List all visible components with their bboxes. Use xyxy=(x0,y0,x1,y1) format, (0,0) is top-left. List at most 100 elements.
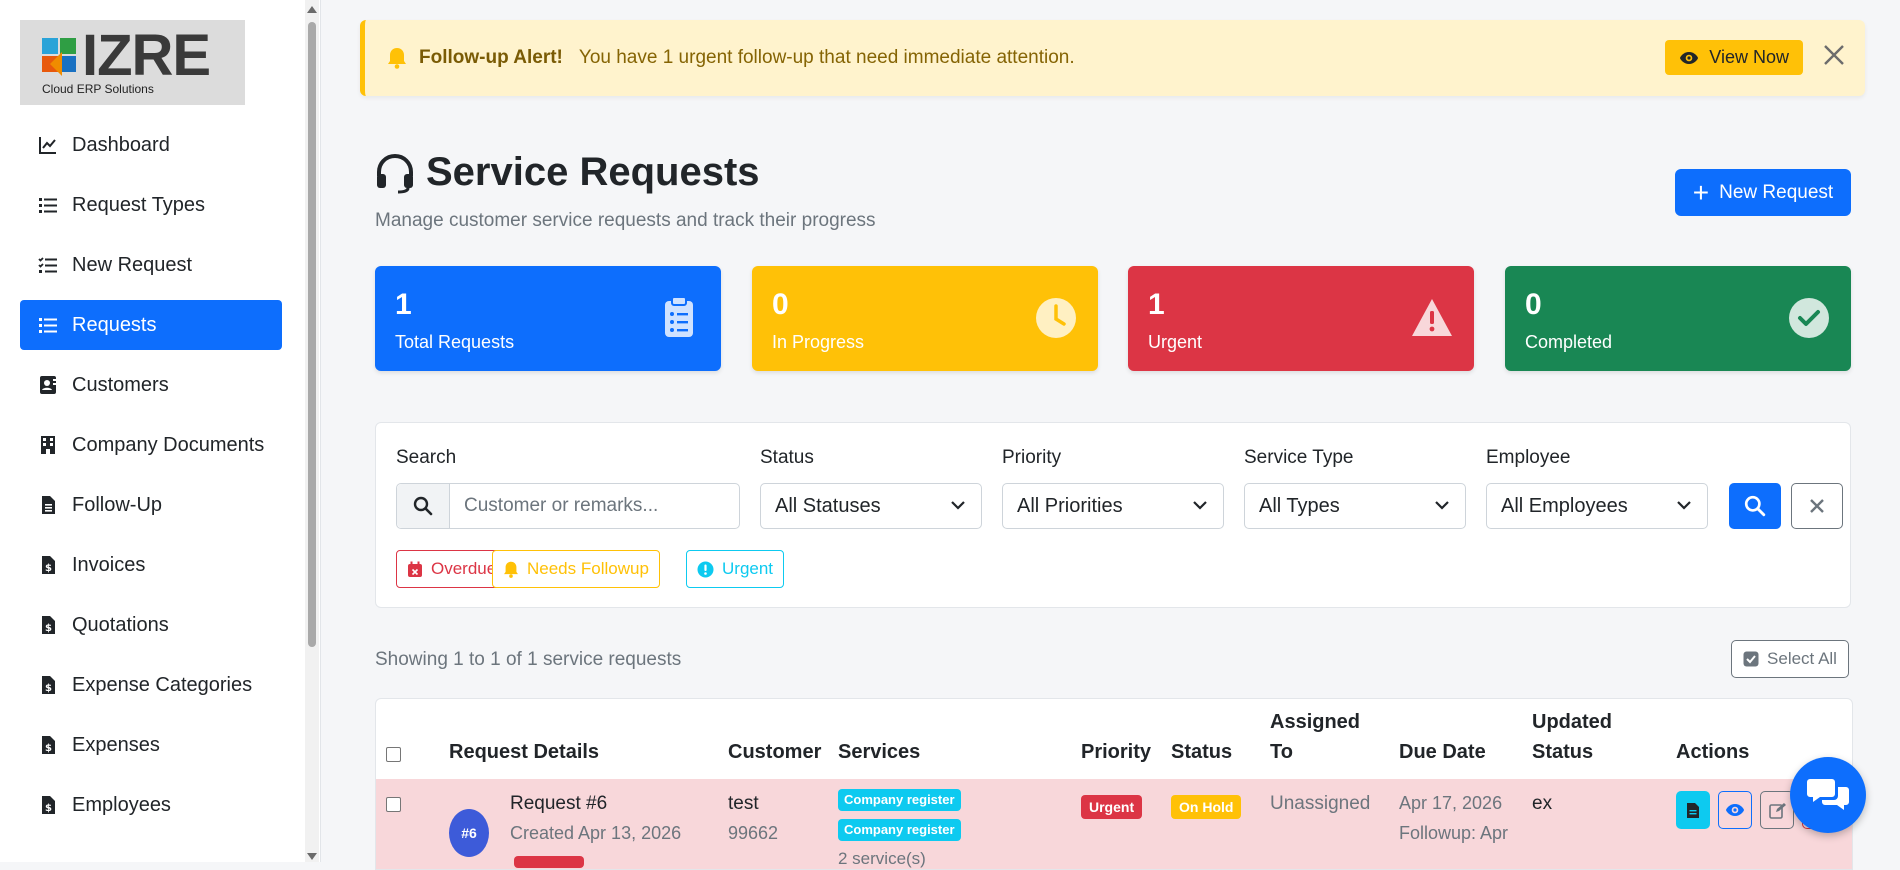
sidebar-item-new-request[interactable]: New Request xyxy=(20,240,282,290)
search-addon xyxy=(397,484,450,528)
page-subtitle: Manage customer service requests and tra… xyxy=(375,210,876,231)
sidebar-item-customers[interactable]: Customers xyxy=(20,360,282,410)
status-badge: On Hold xyxy=(1171,795,1242,819)
sidebar-item-dashboard[interactable]: Dashboard xyxy=(20,120,282,170)
logo-mark-icon xyxy=(42,38,76,76)
select-all-button[interactable]: Select All xyxy=(1731,640,1849,678)
priority-label: Priority xyxy=(1002,447,1062,468)
page-title-text: Service Requests xyxy=(426,150,760,194)
file-icon xyxy=(1687,802,1699,818)
service-badge: Company register xyxy=(838,789,961,811)
calendar-x-icon xyxy=(408,561,422,577)
edit-action-button[interactable] xyxy=(1760,791,1794,829)
new-request-button[interactable]: + New Request xyxy=(1675,169,1851,216)
chat-button[interactable] xyxy=(1790,757,1866,833)
table-row[interactable]: #6 Request #6 Created Apr 13, 2026 test … xyxy=(376,779,1852,869)
sidebar-item-label: Request Types xyxy=(72,193,206,216)
alert-title: Follow-up Alert! xyxy=(419,47,563,68)
sidebar-item-label: Customers xyxy=(72,373,169,396)
employee-select-value: All Employees xyxy=(1501,494,1628,517)
search-button[interactable] xyxy=(1729,483,1781,529)
employee-select[interactable]: All Employees xyxy=(1486,483,1708,529)
column-header-priority: Priority xyxy=(1081,741,1152,763)
comments-icon xyxy=(1807,779,1849,810)
logo[interactable]: IZRE Cloud ERP Solutions xyxy=(20,20,245,105)
scroll-thumb[interactable] xyxy=(308,22,316,647)
sidebar-item-follow-up[interactable]: Follow-Up xyxy=(20,480,282,530)
sidebar-item-request-types[interactable]: Request Types xyxy=(20,180,282,230)
sidebar-item-quotations[interactable]: $ Quotations xyxy=(20,600,282,650)
results-count: Showing 1 to 1 of 1 service requests xyxy=(375,649,682,670)
sidebar-item-company-documents[interactable]: Company Documents xyxy=(20,420,282,470)
sidebar-item-employees[interactable]: $ Employees xyxy=(20,780,282,830)
list-icon xyxy=(39,198,57,213)
requests-table: Request Details Customer Services Priori… xyxy=(375,698,1853,870)
warning-triangle-icon xyxy=(1412,299,1452,336)
stat-label: Urgent xyxy=(1148,332,1203,352)
view-now-label: View Now xyxy=(1709,47,1789,67)
clear-filters-button[interactable] xyxy=(1791,483,1843,529)
sidebar-item-label: Expense Categories xyxy=(72,673,253,696)
stat-value: 1 xyxy=(395,288,412,321)
chevron-down-icon xyxy=(951,501,965,510)
employee-label: Employee xyxy=(1486,447,1571,468)
overdue-chip-label: Overdue xyxy=(431,559,497,578)
status-label: Status xyxy=(760,447,814,468)
search-input[interactable] xyxy=(450,484,739,528)
request-title[interactable]: Request #6 xyxy=(510,793,607,815)
header-select-checkbox[interactable] xyxy=(386,747,401,762)
bell-icon xyxy=(388,48,406,69)
clipboard-list-icon xyxy=(665,296,693,337)
chevron-down-icon xyxy=(1677,501,1691,510)
service-type-select[interactable]: All Types xyxy=(1244,483,1466,529)
status-select-value: All Statuses xyxy=(775,494,881,517)
sidebar-item-expense-categories[interactable]: $ Expense Categories xyxy=(20,660,282,710)
close-icon[interactable] xyxy=(1821,42,1847,68)
file-invoice-dollar-icon: $ xyxy=(42,736,55,754)
status-select[interactable]: All Statuses xyxy=(760,483,982,529)
stat-card-in-progress: 0 In Progress xyxy=(752,266,1098,371)
svg-text:$: $ xyxy=(45,803,52,814)
service-type-label: Service Type xyxy=(1244,447,1354,468)
checkbox-checked-icon xyxy=(1743,651,1759,667)
new-request-label: New Request xyxy=(1719,181,1834,203)
sidebar-scrollbar[interactable] xyxy=(305,0,319,862)
sidebar-item-label: Dashboard xyxy=(72,133,170,156)
priority-select-value: All Priorities xyxy=(1017,494,1123,517)
scroll-down-arrow-icon[interactable] xyxy=(307,853,317,860)
sidebar-item-expenses[interactable]: $ Expenses xyxy=(20,720,282,770)
file-invoice-dollar-icon: $ xyxy=(42,616,55,634)
stat-value: 0 xyxy=(772,288,789,321)
overdue-filter-chip[interactable]: Overdue xyxy=(396,550,508,588)
sidebar-item-invoices[interactable]: $ Invoices xyxy=(20,540,282,590)
filter-card: Search Status All Statuses Priority All … xyxy=(375,422,1851,608)
view-now-button[interactable]: View Now xyxy=(1665,40,1803,75)
sidebar-item-label: Invoices xyxy=(72,553,146,576)
edit-icon xyxy=(1768,802,1786,819)
scroll-up-arrow-icon[interactable] xyxy=(307,6,317,13)
stat-label: Total Requests xyxy=(395,332,515,352)
needs-followup-filter-chip[interactable]: Needs Followup xyxy=(492,550,660,588)
assigned-to: Unassigned xyxy=(1270,793,1371,814)
list-check-icon xyxy=(38,257,57,273)
request-id-avatar: #6 xyxy=(449,809,489,857)
list-icon xyxy=(39,318,57,333)
column-header-services: Services xyxy=(838,741,921,763)
column-header-customer: Customer xyxy=(728,741,822,763)
row-select-checkbox[interactable] xyxy=(386,797,401,812)
chart-line-icon xyxy=(39,137,56,154)
priority-select[interactable]: All Priorities xyxy=(1002,483,1224,529)
check-circle-icon xyxy=(1789,298,1829,338)
search-group xyxy=(396,483,740,529)
urgent-filter-chip[interactable]: Urgent xyxy=(686,550,785,588)
plus-icon: + xyxy=(1692,176,1710,208)
file-invoice-dollar-icon: $ xyxy=(42,556,55,574)
updated-status: ex xyxy=(1532,793,1553,814)
sidebar-item-requests[interactable]: Requests xyxy=(20,300,282,350)
document-action-button[interactable] xyxy=(1676,791,1710,829)
needs-followup-chip-label: Needs Followup xyxy=(527,559,649,578)
exclamation-circle-icon xyxy=(697,561,714,577)
stat-card-total-requests: 1 Total Requests xyxy=(375,266,721,371)
file-invoice-dollar-icon: $ xyxy=(42,796,55,814)
view-action-button[interactable] xyxy=(1718,791,1752,829)
